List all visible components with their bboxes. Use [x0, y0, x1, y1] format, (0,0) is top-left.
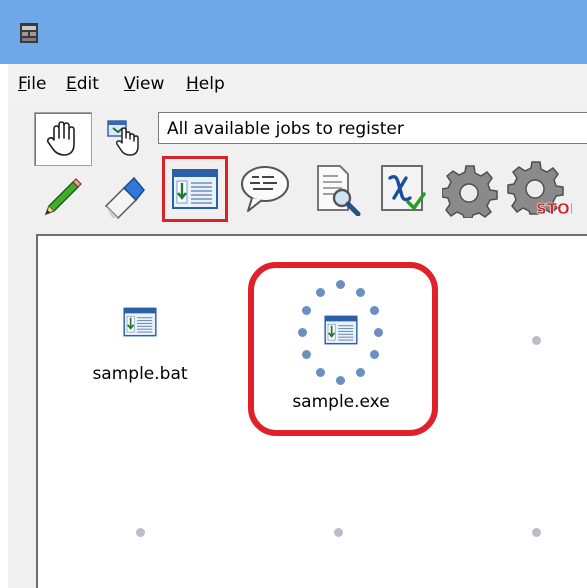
- menu-file-label: ile: [26, 74, 47, 94]
- job-label-sample-bat: sample.bat: [92, 364, 188, 384]
- batch-job-icon: [123, 307, 157, 337]
- selection-handle: [356, 368, 365, 377]
- selection-handle: [302, 350, 311, 359]
- selection-handle: [316, 368, 325, 377]
- menu-view[interactable]: View: [124, 74, 164, 94]
- selection-handle: [302, 306, 311, 315]
- document-search-icon: [317, 165, 361, 216]
- empty-slot-dot: [532, 336, 541, 345]
- job-item-sample-exe[interactable]: sample.exe: [276, 280, 406, 420]
- empty-slot-dot: [136, 528, 145, 537]
- stop-button[interactable]: STOP: [506, 156, 572, 222]
- batch-job-icon: [324, 315, 358, 345]
- selection-handle: [336, 376, 345, 385]
- message-button[interactable]: [232, 156, 298, 222]
- selection-handle: [316, 288, 325, 297]
- job-toolbar: STOP: [162, 154, 587, 226]
- speech-bubble-icon: [241, 166, 289, 212]
- drag-cursor-icon: [107, 120, 139, 156]
- stop-label: STOP: [536, 200, 572, 218]
- batch-job-icon: [172, 169, 218, 209]
- menu-help[interactable]: Help: [186, 74, 225, 94]
- title-bar: [0, 0, 587, 64]
- app-icon: [20, 23, 38, 43]
- menu-view-label: iew: [135, 74, 165, 94]
- document-search-button[interactable]: [302, 156, 368, 222]
- menu-edit-mnemonic: E: [66, 74, 77, 94]
- selection-handle: [374, 328, 383, 337]
- menu-bar: File Edit View Help: [8, 64, 587, 104]
- job-filter-dropdown[interactable]: All available jobs to register: [158, 112, 587, 144]
- pencil-tool-button[interactable]: [34, 172, 90, 224]
- variable-check-button[interactable]: [370, 156, 436, 222]
- job-filter-value: All available jobs to register: [167, 119, 404, 139]
- run-button[interactable]: [438, 156, 504, 222]
- app-window: File Edit View Help All available jobs t…: [8, 64, 587, 588]
- job-canvas[interactable]: sample.bat sample.exe: [36, 234, 587, 588]
- menu-file-mnemonic: F: [18, 74, 27, 94]
- hand-icon: [46, 121, 75, 156]
- menu-help-label: elp: [198, 74, 225, 94]
- selection-handle: [336, 280, 345, 289]
- menu-edit[interactable]: Edit: [66, 74, 99, 94]
- menu-file[interactable]: File: [18, 74, 46, 94]
- gear-stop-icon: STOP: [507, 161, 572, 218]
- job-label-sample-exe: sample.exe: [292, 392, 390, 412]
- menu-edit-label: dit: [76, 74, 99, 94]
- selection-handle: [298, 328, 307, 337]
- eraser-icon: [104, 176, 145, 220]
- empty-slot-dot: [532, 528, 541, 537]
- menu-view-mnemonic: V: [124, 74, 136, 94]
- eraser-tool-button[interactable]: [96, 172, 152, 224]
- drag-tool-button[interactable]: [96, 112, 152, 164]
- gear-icon: [442, 165, 498, 218]
- selection-handle: [356, 288, 365, 297]
- selection-handle: [370, 306, 379, 315]
- pencil-icon: [44, 178, 82, 216]
- selection-handle: [370, 350, 379, 359]
- batch-job-button[interactable]: [162, 156, 228, 222]
- hand-tool-button[interactable]: [34, 112, 92, 166]
- job-item-sample-bat[interactable]: sample.bat: [80, 306, 200, 384]
- tool-palette: [34, 112, 160, 230]
- empty-slot-dot: [334, 528, 343, 537]
- menu-help-mnemonic: H: [186, 74, 199, 94]
- variable-check-icon: [381, 165, 426, 211]
